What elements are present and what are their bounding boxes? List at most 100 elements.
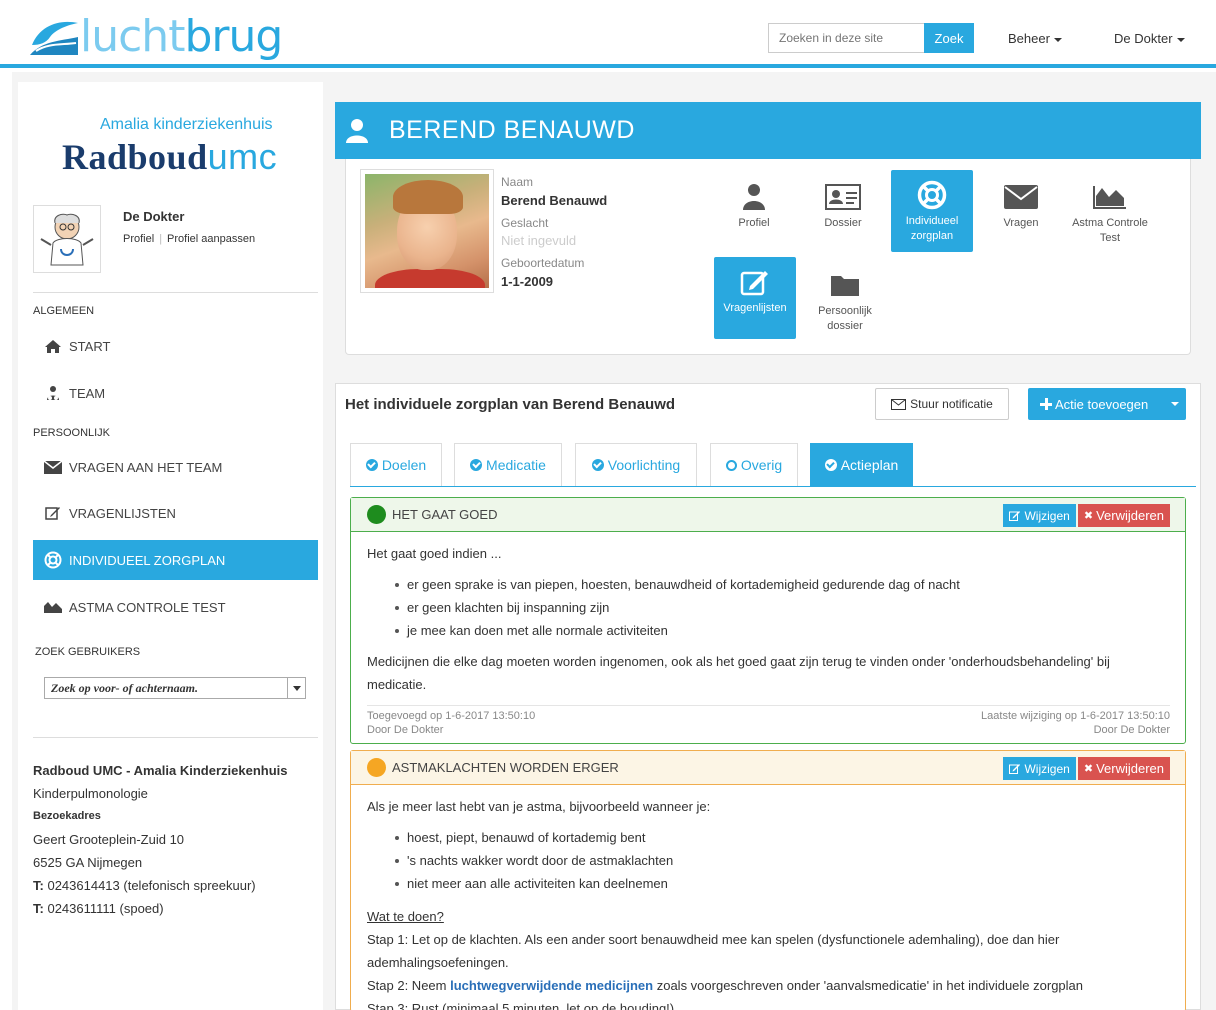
zorgplan-title: Het individuele zorgplan van Berend Bena… xyxy=(345,396,676,413)
sidebar-item-vragenlijsten[interactable]: VRAGENLIJSTEN xyxy=(33,493,318,533)
tab-actieplan[interactable]: Actieplan xyxy=(810,443,913,486)
card-title: ASTMAKLACHTEN WORDEN ERGER xyxy=(392,760,619,775)
card-footer: Toegevoegd op 1-6-2017 13:50:10 Door De D… xyxy=(367,705,1170,737)
address-name: Radboud UMC - Amalia Kinderziekenhuis xyxy=(33,763,288,778)
envelope-icon xyxy=(43,459,63,475)
sidebar-item-start[interactable]: START xyxy=(33,326,318,366)
envelope-icon xyxy=(891,398,907,410)
avatar[interactable] xyxy=(33,205,101,273)
card-title: HET GAAT GOED xyxy=(392,507,498,522)
actieplan-card-erger: ASTMAKLACHTEN WORDEN ERGER Wijzigen ✖ Ver… xyxy=(350,750,1186,1010)
edit-icon xyxy=(1009,511,1021,521)
caret-down-icon xyxy=(1171,402,1179,406)
search-button[interactable]: Zoek xyxy=(924,23,974,53)
lifebuoy-icon xyxy=(43,551,63,569)
edit-profile-link[interactable]: Profiel aanpassen xyxy=(167,233,255,245)
section-label-persoonlijk: PERSOONLIJK xyxy=(33,427,111,439)
envelope-icon xyxy=(1003,182,1039,212)
status-dot-orange xyxy=(367,758,386,777)
user-menu-label: De Dokter xyxy=(1114,31,1173,46)
id-card-icon xyxy=(825,182,861,212)
sidebar-item-vragen[interactable]: VRAGEN AAN HET TEAM xyxy=(33,447,318,487)
beheer-menu[interactable]: Beheer xyxy=(1008,31,1062,46)
card-body: Het gaat goed indien ... er geen sprake … xyxy=(351,532,1185,696)
tab-overig[interactable]: Overig xyxy=(710,443,798,486)
luchtbrug-logo[interactable]: luchtbrug xyxy=(30,12,283,62)
tab-doelen[interactable]: Doelen xyxy=(350,443,442,486)
address-dept: Kinderpulmonologie xyxy=(33,786,148,801)
user-links: Profiel | Profiel aanpassen xyxy=(123,233,255,245)
area-chart-icon xyxy=(1092,182,1128,212)
tile-vragenlijsten[interactable]: Vragenlijsten xyxy=(714,257,796,339)
caret-down-icon xyxy=(1176,37,1185,42)
site-search: Zoek xyxy=(768,23,974,53)
divider xyxy=(33,737,318,738)
address-label: Bezoekadres xyxy=(33,810,101,822)
tile-astma-controle-test[interactable]: Astma Controle Test xyxy=(1069,172,1151,254)
check-circle-icon xyxy=(470,459,483,471)
separator: | xyxy=(159,233,163,245)
sidebar-item-label: ASTMA CONTROLE TEST xyxy=(69,599,226,615)
section-label-zoek: ZOEK GEBRUIKERS xyxy=(35,646,141,658)
card-header: ASTMAKLACHTEN WORDEN ERGER Wijzigen ✖ Ver… xyxy=(351,751,1185,785)
sidebar-item-label: START xyxy=(69,338,111,354)
tabs-underline xyxy=(350,486,1196,487)
lifebuoy-icon xyxy=(914,180,950,210)
label-geboortedatum: Geboortedatum xyxy=(501,256,585,270)
close-icon: ✖ xyxy=(1083,510,1094,522)
radboud-logo: Radboudumc xyxy=(62,136,278,177)
sidebar-item-label: VRAGEN AAN HET TEAM xyxy=(69,459,223,475)
value-geslacht: Niet ingevuld xyxy=(501,233,577,248)
step-1: Stap 1: Let op de klachten. Als een ande… xyxy=(367,932,1060,970)
tile-dossier[interactable]: Dossier xyxy=(802,172,884,254)
tile-vragen[interactable]: Vragen xyxy=(980,172,1062,254)
wave-logo-icon xyxy=(30,21,78,55)
sidebar-item-label: INDIVIDUEEL ZORGPLAN xyxy=(69,552,226,568)
address-phone-2: T: 0243611111 (spoed) xyxy=(33,901,164,916)
edit-icon xyxy=(43,505,63,521)
list-item: 's nachts wakker wordt door de astmaklac… xyxy=(395,849,1169,872)
close-icon: ✖ xyxy=(1083,763,1094,775)
status-dot-green xyxy=(367,505,386,524)
user-menu[interactable]: De Dokter xyxy=(1114,31,1185,46)
edit-button[interactable]: Wijzigen xyxy=(1003,504,1076,527)
check-circle-icon xyxy=(591,459,604,471)
folder-icon xyxy=(827,270,863,300)
search-input[interactable] xyxy=(768,23,924,53)
user-name: De Dokter xyxy=(123,209,185,224)
user-icon xyxy=(736,182,772,212)
send-notification-button[interactable]: Stuur notificatie xyxy=(875,388,1009,420)
address-phone-1: T: 0243614413 (telefonisch spreekuur) xyxy=(33,878,256,893)
tile-persoonlijk-dossier[interactable]: Persoonlijk dossier xyxy=(804,260,886,342)
sidebar-item-zorgplan[interactable]: INDIVIDUEEL ZORGPLAN xyxy=(33,540,318,580)
user-search-select[interactable]: Zoek op voor- of achternaam. xyxy=(44,677,306,699)
beheer-label: Beheer xyxy=(1008,31,1050,46)
patient-photo xyxy=(360,169,494,293)
list-item: niet meer aan alle activiteiten kan deel… xyxy=(395,872,1169,895)
dropdown-toggle[interactable] xyxy=(1160,388,1186,420)
tile-individueel-zorgplan[interactable]: Individueel zorgplan xyxy=(891,170,973,252)
tab-medicatie[interactable]: Medicatie xyxy=(454,443,562,486)
section-label-algemeen: ALGEMEEN xyxy=(33,305,95,317)
delete-button[interactable]: ✖ Verwijderen xyxy=(1077,504,1170,527)
value-naam: Berend Benauwd xyxy=(501,193,608,208)
top-bar: luchtbrug Zoek Beheer De Dokter xyxy=(0,0,1216,68)
tile-profiel[interactable]: Profiel xyxy=(713,172,795,254)
address-street: Geert Grooteplein-Zuid 10 xyxy=(33,832,185,847)
tab-voorlichting[interactable]: Voorlichting xyxy=(575,443,697,486)
edit-button[interactable]: Wijzigen xyxy=(1003,757,1076,780)
divider xyxy=(33,292,318,293)
add-action-button[interactable]: Actie toevoegen xyxy=(1028,388,1186,420)
area-chart-icon xyxy=(43,599,63,615)
profile-link[interactable]: Profiel xyxy=(123,233,154,245)
delete-button[interactable]: ✖ Verwijderen xyxy=(1077,757,1170,780)
sidebar-item-team[interactable]: TEAM xyxy=(33,373,318,413)
label-naam: Naam xyxy=(501,175,534,189)
step-2: Stap 2: Neem luchtwegverwijdende medicij… xyxy=(367,978,1083,993)
team-icon xyxy=(43,385,63,401)
list-item: er geen klachten bij inspanning zijn xyxy=(395,596,1169,619)
dropdown-arrow-icon xyxy=(287,678,305,698)
sidebar-item-astma-test[interactable]: ASTMA CONTROLE TEST xyxy=(33,587,318,627)
medication-link[interactable]: luchtwegverwijdende medicijnen xyxy=(450,978,653,993)
label-geslacht: Geslacht xyxy=(501,216,549,230)
